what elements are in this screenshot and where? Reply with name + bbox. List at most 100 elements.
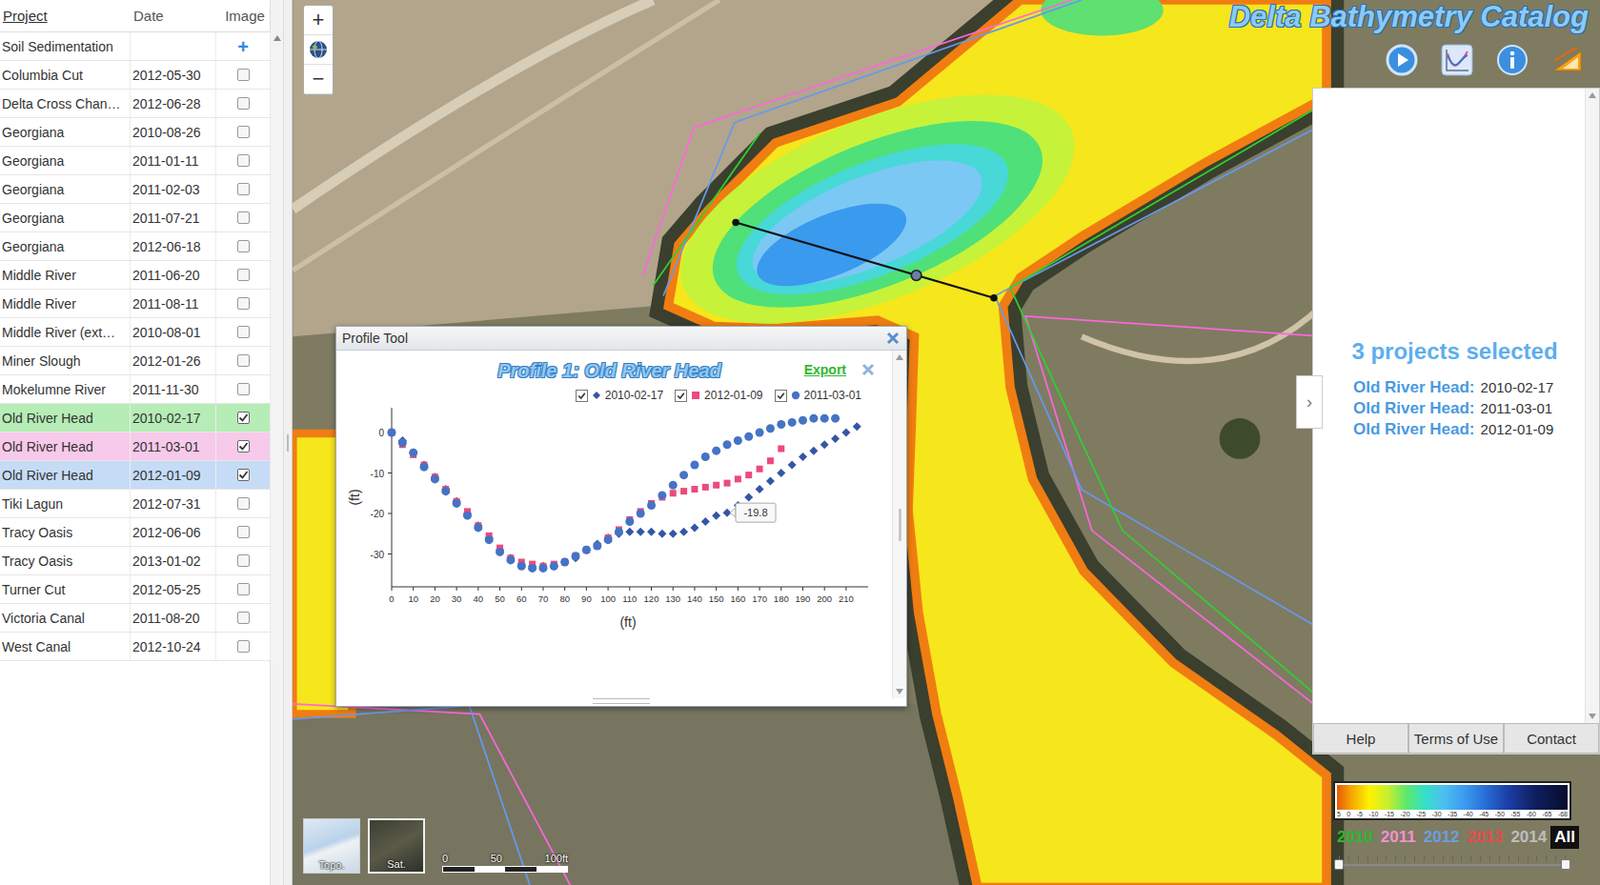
table-row[interactable]: Middle River (ext… 2010-08-01 bbox=[0, 318, 270, 347]
data-point[interactable] bbox=[387, 428, 397, 438]
data-point[interactable] bbox=[776, 420, 786, 429]
column-header[interactable]: Project bbox=[0, 7, 131, 24]
image-checkbox[interactable] bbox=[237, 240, 250, 253]
data-point[interactable] bbox=[614, 527, 624, 537]
data-point[interactable] bbox=[820, 414, 830, 424]
data-point[interactable] bbox=[820, 440, 830, 449]
basemap-option[interactable]: Topo. bbox=[303, 818, 361, 874]
table-row[interactable]: Georgiana 2012-06-18 bbox=[0, 232, 270, 262]
table-row[interactable]: West Canal 2012-10-24 bbox=[0, 632, 270, 662]
data-point[interactable] bbox=[560, 558, 569, 568]
data-point[interactable] bbox=[668, 529, 678, 539]
data-point[interactable] bbox=[485, 535, 494, 545]
table-row[interactable]: Middle River 2011-06-20 bbox=[0, 261, 270, 290]
data-point[interactable] bbox=[582, 546, 591, 555]
footer-button[interactable]: Contact bbox=[1503, 723, 1600, 754]
data-point[interactable] bbox=[582, 546, 591, 555]
scroll-thumb[interactable] bbox=[898, 508, 902, 542]
selected-project[interactable]: Old River Head: 2011-03-01 bbox=[1353, 399, 1576, 421]
image-checkbox[interactable] bbox=[237, 97, 250, 110]
profile-endpoint[interactable] bbox=[990, 294, 997, 302]
profile-midpoint[interactable] bbox=[911, 270, 922, 282]
zoom-out-button[interactable]: − bbox=[303, 64, 333, 95]
scroll-down-icon[interactable] bbox=[895, 688, 904, 695]
add-button[interactable]: + bbox=[237, 37, 249, 57]
data-point[interactable] bbox=[689, 461, 699, 470]
table-row[interactable]: Columbia Cut 2012-05-30 bbox=[0, 60, 270, 90]
footer-button[interactable]: Help bbox=[1313, 723, 1409, 754]
data-point[interactable] bbox=[755, 428, 765, 438]
data-point[interactable] bbox=[712, 482, 720, 489]
chart-close-button[interactable] bbox=[861, 363, 875, 377]
data-point[interactable] bbox=[798, 452, 808, 462]
image-checkbox[interactable] bbox=[237, 526, 250, 539]
zoom-in-button[interactable]: + bbox=[303, 5, 333, 36]
panel-scrollbar[interactable] bbox=[1584, 88, 1600, 724]
image-checkbox[interactable] bbox=[237, 468, 250, 482]
data-point[interactable] bbox=[572, 552, 580, 560]
data-point[interactable] bbox=[560, 558, 569, 568]
data-point[interactable] bbox=[647, 527, 656, 537]
data-point[interactable] bbox=[830, 434, 840, 444]
image-checkbox[interactable] bbox=[237, 125, 250, 139]
selected-project[interactable]: Old River Head: 2010-02-17 bbox=[1353, 378, 1576, 400]
image-checkbox[interactable] bbox=[237, 611, 250, 625]
table-row[interactable]: Delta Cross Chan… 2012-06-28 bbox=[0, 89, 270, 119]
data-point[interactable] bbox=[841, 428, 851, 438]
data-point[interactable] bbox=[798, 416, 808, 426]
data-point[interactable] bbox=[776, 468, 786, 478]
slider-handle[interactable] bbox=[1334, 859, 1344, 871]
year-button[interactable]: 2011 bbox=[1377, 826, 1420, 850]
export-link[interactable]: Export bbox=[804, 362, 847, 378]
data-point[interactable] bbox=[495, 547, 505, 557]
data-point[interactable] bbox=[452, 499, 462, 508]
image-checkbox[interactable] bbox=[237, 440, 250, 453]
table-row[interactable]: Victoria Canal 2011-08-20 bbox=[0, 604, 270, 633]
data-point[interactable] bbox=[724, 480, 731, 487]
image-checkbox[interactable] bbox=[237, 297, 250, 310]
scroll-up-icon[interactable] bbox=[273, 35, 282, 41]
window-scrollbar[interactable] bbox=[891, 350, 907, 699]
data-point[interactable] bbox=[679, 470, 689, 480]
data-point[interactable] bbox=[777, 445, 785, 453]
data-point[interactable] bbox=[517, 562, 527, 571]
data-point[interactable] bbox=[636, 527, 646, 537]
year-button[interactable]: 2013 bbox=[1463, 826, 1508, 850]
data-point[interactable] bbox=[734, 475, 742, 483]
profile-tool-window[interactable]: Profile Tool Profile 1: Old River Head E… bbox=[335, 325, 908, 708]
data-point[interactable] bbox=[733, 436, 743, 446]
table-row[interactable]: Georgiana 2011-01-11 bbox=[0, 146, 270, 176]
legend-item[interactable]: 2010-02-17 bbox=[575, 388, 664, 403]
data-point[interactable] bbox=[690, 486, 698, 493]
image-checkbox[interactable] bbox=[237, 68, 250, 82]
data-point[interactable] bbox=[723, 440, 732, 449]
scroll-up-icon[interactable] bbox=[895, 354, 904, 361]
data-point[interactable] bbox=[788, 461, 797, 470]
data-point[interactable] bbox=[647, 501, 656, 510]
image-checkbox[interactable] bbox=[237, 640, 250, 653]
data-point[interactable] bbox=[657, 529, 667, 539]
data-point[interactable] bbox=[809, 414, 818, 424]
profile-chart-button[interactable] bbox=[1439, 42, 1475, 78]
year-button[interactable]: 2010 bbox=[1333, 826, 1378, 850]
data-point[interactable] bbox=[625, 527, 634, 537]
resize-grip[interactable] bbox=[592, 698, 650, 705]
slider-handle[interactable] bbox=[1560, 859, 1571, 871]
window-close-button[interactable] bbox=[885, 330, 901, 346]
table-row[interactable]: Old River Head 2010-02-17 bbox=[0, 404, 270, 433]
table-row[interactable]: Miner Slough 2012-01-26 bbox=[0, 346, 270, 376]
image-checkbox[interactable] bbox=[237, 182, 250, 196]
data-point[interactable] bbox=[583, 546, 590, 554]
table-row[interactable]: Tracy Oasis 2013-01-02 bbox=[0, 546, 270, 576]
data-point[interactable] bbox=[571, 551, 581, 561]
data-point[interactable] bbox=[549, 562, 559, 571]
data-point[interactable] bbox=[711, 446, 721, 456]
data-point[interactable] bbox=[702, 484, 709, 491]
data-point[interactable] bbox=[809, 446, 818, 456]
data-point[interactable] bbox=[852, 422, 862, 431]
panel-splitter[interactable] bbox=[283, 0, 293, 885]
data-point[interactable] bbox=[711, 511, 721, 521]
data-point[interactable] bbox=[766, 424, 775, 433]
data-point[interactable] bbox=[561, 559, 568, 567]
data-point[interactable] bbox=[788, 418, 797, 427]
